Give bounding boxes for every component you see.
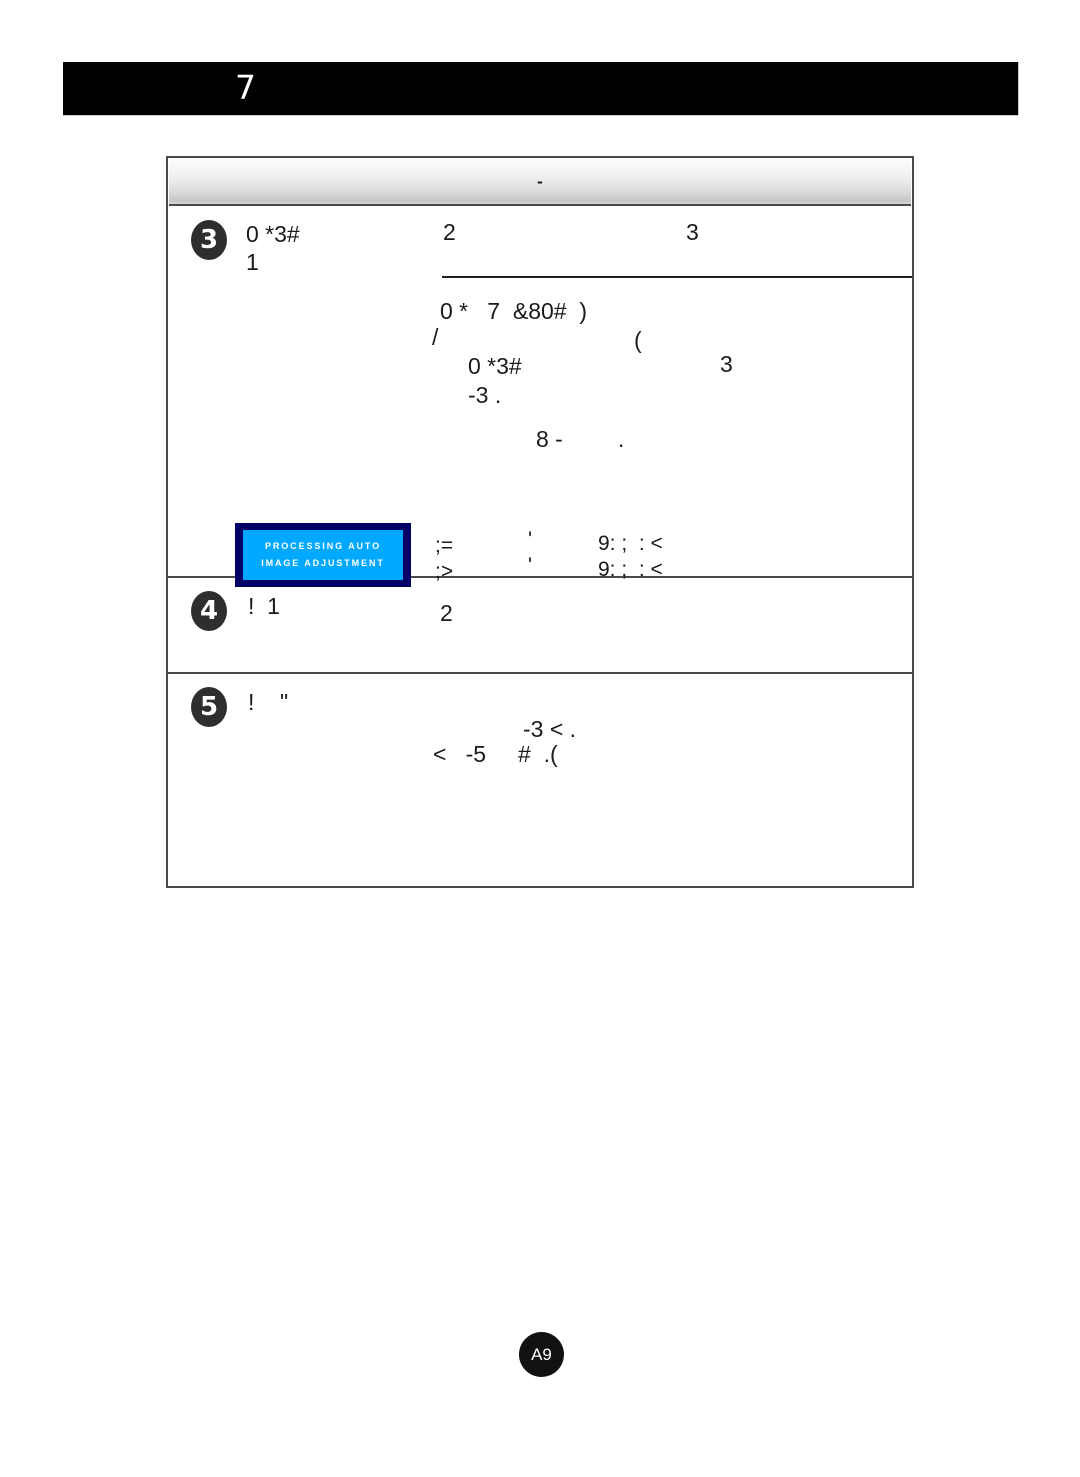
- step-badge-5: 5: [191, 687, 227, 727]
- row3-body-2: /: [432, 324, 439, 350]
- table-header: -: [169, 159, 911, 206]
- table-row: 4 ! 1 2: [168, 578, 912, 674]
- table-row: 5 ! " -3 < . < -5 # .(: [168, 674, 912, 888]
- row3-body-6: -3 .: [468, 382, 502, 408]
- row4-line-1: ! 1: [248, 593, 280, 619]
- row3-body-5: 3: [720, 351, 733, 377]
- row4-line-2: 2: [440, 600, 453, 626]
- table-header-label: -: [537, 172, 543, 191]
- instructions-table: - 3 0 *3# 1 2 3 0 * 7 &80# ) / ( 0 *3# 3…: [166, 156, 914, 888]
- step-badge-3: 3: [191, 220, 227, 260]
- row3-osd-note-3: 9: ; : <: [598, 532, 663, 555]
- row3-body-8: .: [618, 426, 625, 452]
- page-title-bar: 7: [63, 62, 1018, 115]
- row3-line-2: 1: [246, 249, 259, 275]
- page-title-number: 7: [235, 68, 257, 107]
- step-badge-4: 4: [191, 591, 227, 631]
- row3-line-3: 2: [443, 219, 456, 245]
- row3-body-4: 0 *3#: [468, 353, 522, 379]
- row3-body-1: 0 * 7 &80# ): [440, 298, 588, 324]
- row3-line-4: 3: [686, 219, 699, 245]
- osd-line-1: PROCESSING AUTO: [264, 541, 381, 551]
- row3-body-3: (: [634, 327, 642, 353]
- row3-line-1: 0 *3#: [246, 221, 300, 247]
- row3-body-7: 8 -: [536, 426, 563, 452]
- row5-line-1: ! ": [248, 689, 289, 715]
- page-number-badge: A9: [519, 1332, 564, 1377]
- row3-osd-note-2: ': [528, 528, 533, 551]
- row3-inner-rule: [442, 276, 912, 278]
- osd-line-2: IMAGE ADJUSTMENT: [261, 558, 385, 568]
- row5-line-2: -3 < .: [523, 716, 577, 742]
- osd-message-inner: PROCESSING AUTO IMAGE ADJUSTMENT: [243, 530, 403, 580]
- row3-osd-note-5: ': [528, 554, 533, 577]
- row5-line-3: < -5 # .(: [433, 741, 558, 767]
- table-row: 3 0 *3# 1 2 3 0 * 7 &80# ) / ( 0 *3# 3 -…: [168, 207, 912, 587]
- row3-osd-note-1: ;=: [435, 534, 454, 557]
